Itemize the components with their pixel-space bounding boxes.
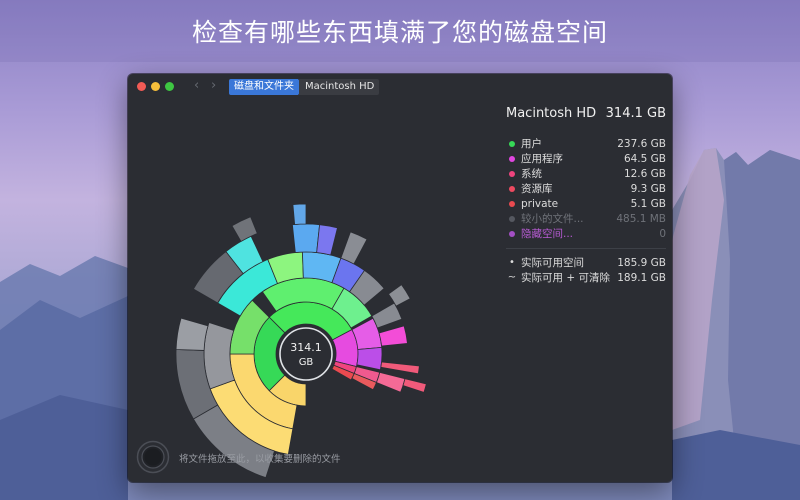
legend-label: 资源库: [521, 183, 553, 195]
legend-dot: [509, 155, 515, 162]
sunburst-segment[interactable]: [231, 216, 258, 242]
free-purgeable-value: 189.1 GB: [617, 271, 666, 284]
legend-size: 237.6 GB: [617, 137, 666, 150]
collector-drop-icon[interactable]: [136, 440, 170, 474]
legend-dot: [509, 170, 515, 177]
disk-summary: Macintosh HD 314.1 GB: [506, 106, 666, 126]
close-button[interactable]: [137, 82, 146, 91]
sunburst-segment[interactable]: [402, 378, 427, 393]
legend-label: 应用程序: [521, 153, 563, 165]
sunburst-segment[interactable]: [371, 302, 403, 329]
bullet-icon: •: [509, 257, 515, 268]
legend-item-smaller-files[interactable]: 较小的文件... 485.1 MB: [506, 211, 666, 226]
legend-label: 隐藏空间...: [521, 228, 574, 240]
legend-label: 用户: [521, 138, 542, 150]
free-purgeable-row: ~ 实际可用 + 可清除 189.1 GB: [506, 270, 666, 285]
legend-label: 较小的文件...: [521, 213, 584, 225]
legend-size: 12.6 GB: [623, 167, 666, 180]
legend-item-library[interactable]: 资源库 9.3 GB: [506, 181, 666, 196]
disk-total-size: 314.1 GB: [605, 106, 666, 121]
zoom-button[interactable]: [165, 82, 174, 91]
legend-dot: [509, 200, 515, 207]
app-window: ‹ › 磁盘和文件夹 Macintosh HD 314.1 GB Macinto…: [128, 74, 672, 482]
back-chevron-icon[interactable]: ‹: [194, 79, 199, 93]
free-space-value: 185.9 GB: [617, 256, 666, 269]
legend-item-private[interactable]: private 5.1 GB: [506, 196, 666, 211]
divider: [506, 248, 666, 249]
forward-chevron-icon[interactable]: ›: [211, 79, 216, 93]
center-disk-circle[interactable]: [279, 327, 333, 381]
sunburst-segment[interactable]: [292, 203, 307, 225]
info-panel: Macintosh HD 314.1 GB 用户 237.6 GB 应用程序 6…: [506, 106, 666, 285]
legend-size: 9.3 GB: [630, 182, 666, 195]
legend-size: 485.1 MB: [616, 212, 666, 225]
legend-dot: [509, 140, 515, 147]
breadcrumb-macintosh-hd[interactable]: Macintosh HD: [299, 79, 380, 95]
sunburst-segment[interactable]: [291, 223, 321, 253]
category-legend: 用户 237.6 GB 应用程序 64.5 GB 系统 12.6 GB 资源库 …: [506, 136, 666, 241]
drop-zone-hint: 将文件拖放至此，以收集要删除的文件: [179, 454, 341, 465]
legend-size: 5.1 GB: [630, 197, 666, 210]
legend-dot: [509, 230, 515, 237]
center-size-value: 314.1: [290, 341, 322, 354]
legend-item-users[interactable]: 用户 237.6 GB: [506, 136, 666, 151]
free-purgeable-label: 实际可用 + 可清除: [521, 272, 610, 284]
sunburst-segment[interactable]: [316, 224, 338, 256]
legend-label: 系统: [521, 168, 542, 180]
legend-size: 64.5 GB: [623, 152, 666, 165]
legend-item-applications[interactable]: 应用程序 64.5 GB: [506, 151, 666, 166]
legend-dot: [509, 215, 515, 222]
legend-label: private: [521, 197, 559, 210]
minimize-button[interactable]: [151, 82, 160, 91]
free-space-row: • 实际可用空间 185.9 GB: [506, 255, 666, 270]
sunburst-segment[interactable]: [356, 346, 383, 371]
legend-item-hidden-space[interactable]: 隐藏空间... 0: [506, 226, 666, 241]
headline: 检查有哪些东西填满了您的磁盘空间: [0, 0, 800, 62]
sunburst-segment[interactable]: [378, 325, 408, 347]
title-bar: ‹ › 磁盘和文件夹 Macintosh HD: [128, 74, 672, 100]
free-space-label: 实际可用空间: [521, 257, 584, 269]
breadcrumb-disks-and-folders[interactable]: 磁盘和文件夹: [229, 79, 304, 95]
sunburst-segment[interactable]: [203, 321, 236, 390]
disk-name: Macintosh HD: [506, 106, 597, 121]
sunburst-segment[interactable]: [380, 361, 420, 375]
legend-size: 0: [659, 227, 666, 240]
legend-item-system[interactable]: 系统 12.6 GB: [506, 166, 666, 181]
sunburst-segment[interactable]: [375, 371, 406, 393]
legend-dot: [509, 185, 515, 192]
tilde-icon: ~: [507, 272, 517, 283]
sunburst-segment[interactable]: [340, 231, 368, 265]
center-size-unit: GB: [299, 357, 314, 368]
sunburst-segment[interactable]: [387, 284, 411, 307]
sunburst-segment[interactable]: [175, 317, 209, 351]
